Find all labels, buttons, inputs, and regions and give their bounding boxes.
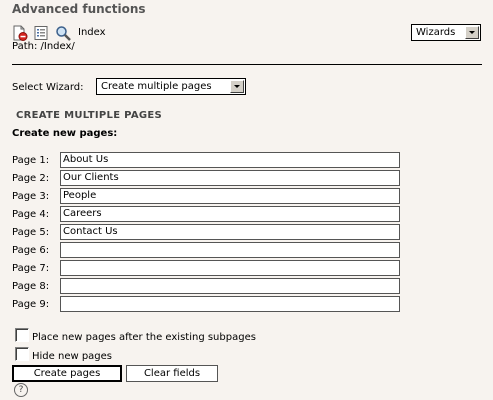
page-label: Page 6:: [12, 244, 50, 256]
select-wizard-label: Select Wizard:: [12, 82, 84, 93]
page-title-input[interactable]: [60, 296, 400, 312]
page-label: Page 3:: [12, 190, 50, 202]
page-row: Page 5: Contact Us: [12, 224, 400, 240]
list-icon[interactable]: [33, 25, 49, 41]
select-wizard-dropdown[interactable]: Create multiple pages: [96, 78, 246, 95]
page-label: Page 2:: [12, 172, 50, 184]
place-after-checkbox[interactable]: [15, 328, 29, 342]
divider: [12, 64, 482, 65]
page-title-input[interactable]: About Us: [60, 152, 400, 168]
page-row: Page 1: About Us: [12, 152, 400, 168]
page-title-input[interactable]: Contact Us: [60, 224, 400, 240]
page-title-input[interactable]: Our Clients: [60, 170, 400, 186]
wizards-select[interactable]: Wizards: [411, 24, 481, 41]
page-row: Page 4: Careers: [12, 206, 400, 222]
page-label: Page 7:: [12, 262, 50, 274]
magnifier-icon[interactable]: [55, 25, 71, 41]
page-label: Page 5:: [12, 226, 50, 238]
chevron-down-icon[interactable]: [465, 26, 479, 39]
page-title: Advanced functions: [12, 2, 146, 16]
clear-fields-button[interactable]: Clear fields: [126, 365, 218, 382]
help-icon[interactable]: ?: [14, 383, 28, 397]
select-wizard-value: Create multiple pages: [101, 81, 212, 92]
section-subheading: Create new pages:: [12, 128, 118, 139]
page-title-input[interactable]: [60, 260, 400, 276]
breadcrumb: Path: /Index/: [12, 41, 75, 52]
page-title-input[interactable]: People: [60, 188, 400, 204]
section-heading: CREATE MULTIPLE PAGES: [16, 110, 163, 121]
page-title-input[interactable]: Careers: [60, 206, 400, 222]
page-row: Page 8:: [12, 278, 400, 294]
page-label: Page 4:: [12, 208, 50, 220]
page-label: Page 9:: [12, 298, 50, 310]
wizards-select-value: Wizards: [416, 27, 456, 38]
page-title-input[interactable]: [60, 242, 400, 258]
chevron-down-icon[interactable]: [230, 80, 244, 93]
page-title-input[interactable]: [60, 278, 400, 294]
hide-pages-label: Hide new pages: [32, 351, 113, 362]
page-row: Page 7:: [12, 260, 400, 276]
page-label: Page 1:: [12, 154, 50, 166]
page-row: Page 9:: [12, 296, 400, 312]
page-row: Page 2: Our Clients: [12, 170, 400, 186]
delete-page-icon[interactable]: [12, 25, 28, 41]
page-row: Page 3: People: [12, 188, 400, 204]
page-label: Page 8:: [12, 280, 50, 292]
index-label: Index: [78, 27, 106, 38]
create-pages-button[interactable]: Create pages: [12, 365, 122, 382]
place-after-label: Place new pages after the existing subpa…: [32, 332, 256, 343]
hide-pages-checkbox[interactable]: [15, 347, 29, 361]
page-row: Page 6:: [12, 242, 400, 258]
